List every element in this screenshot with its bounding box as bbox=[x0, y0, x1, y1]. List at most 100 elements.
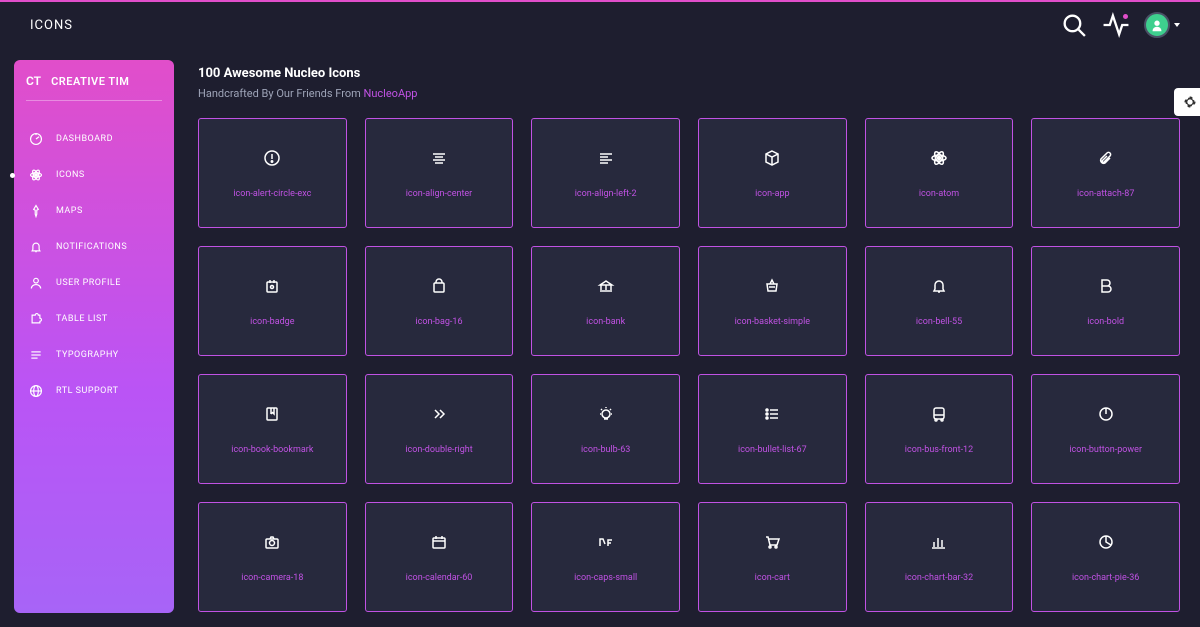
icon-label: icon-caps-small bbox=[574, 573, 637, 583]
sidebar-item-icons[interactable]: ICONS bbox=[26, 157, 162, 193]
atom-icon bbox=[28, 168, 44, 182]
icon-card[interactable]: icon-double-right bbox=[365, 374, 514, 484]
section-subtitle: Handcrafted By Our Friends From NucleoAp… bbox=[198, 87, 1180, 100]
dashboard-icon bbox=[28, 132, 44, 146]
avatar[interactable] bbox=[1144, 12, 1170, 38]
brand[interactable]: CT CREATIVE TIM bbox=[26, 74, 162, 101]
sidebar-item-label: ICONS bbox=[56, 170, 85, 180]
icon-card[interactable]: icon-camera-18 bbox=[198, 502, 347, 612]
basket-icon bbox=[763, 275, 781, 297]
icon-label: icon-calendar-60 bbox=[406, 573, 473, 583]
book-icon bbox=[263, 403, 281, 425]
sidebar-item-notifications[interactable]: NOTIFICATIONS bbox=[26, 229, 162, 265]
icon-label: icon-book-bookmark bbox=[231, 445, 313, 455]
icon-card[interactable]: icon-basket-simple bbox=[698, 246, 847, 356]
icon-card[interactable]: icon-chart-pie-36 bbox=[1031, 502, 1180, 612]
icon-card[interactable]: icon-alert-circle-exc bbox=[198, 118, 347, 228]
icon-card[interactable]: icon-bell-55 bbox=[865, 246, 1014, 356]
icon-card[interactable]: icon-align-left-2 bbox=[531, 118, 680, 228]
settings-fab[interactable] bbox=[1174, 88, 1200, 116]
icon-card[interactable]: icon-cart bbox=[698, 502, 847, 612]
puzzle-icon bbox=[28, 312, 44, 326]
sidebar-item-label: TYPOGRAPHY bbox=[56, 350, 119, 360]
sidebar-item-user-profile[interactable]: USER PROFILE bbox=[26, 265, 162, 301]
nucleo-link[interactable]: NucleoApp bbox=[364, 87, 418, 100]
bulb-icon bbox=[597, 403, 615, 425]
sidebar-item-label: RTL SUPPORT bbox=[56, 386, 118, 396]
sidebar-item-label: USER PROFILE bbox=[56, 278, 121, 288]
chevron-down-icon[interactable] bbox=[1174, 23, 1180, 27]
sidebar-item-label: DASHBOARD bbox=[56, 134, 113, 144]
icon-card[interactable]: icon-chart-bar-32 bbox=[865, 502, 1014, 612]
icon-label: icon-bulb-63 bbox=[581, 445, 630, 455]
icon-label: icon-bold bbox=[1087, 317, 1124, 327]
icon-card[interactable]: icon-align-center bbox=[365, 118, 514, 228]
icon-card[interactable]: icon-bag-16 bbox=[365, 246, 514, 356]
brand-short: CT bbox=[26, 74, 41, 88]
icon-label: icon-chart-bar-32 bbox=[905, 573, 973, 583]
icon-card[interactable]: icon-button-power bbox=[1031, 374, 1180, 484]
icon-label: icon-atom bbox=[919, 189, 959, 199]
bus-icon bbox=[930, 403, 948, 425]
icon-card[interactable]: icon-attach-87 bbox=[1031, 118, 1180, 228]
icon-label: icon-double-right bbox=[405, 445, 472, 455]
icon-label: icon-attach-87 bbox=[1077, 189, 1134, 199]
icon-card[interactable]: icon-badge bbox=[198, 246, 347, 356]
icon-card[interactable]: icon-book-bookmark bbox=[198, 374, 347, 484]
cube-icon bbox=[763, 147, 781, 169]
bold-icon bbox=[1097, 275, 1115, 297]
alert-circle-icon bbox=[263, 147, 281, 169]
icon-label: icon-app bbox=[755, 189, 790, 199]
icon-card[interactable]: icon-caps-small bbox=[531, 502, 680, 612]
main-content: 100 Awesome Nucleo Icons Handcrafted By … bbox=[174, 48, 1200, 625]
icon-card[interactable]: icon-calendar-60 bbox=[365, 502, 514, 612]
globe-icon bbox=[28, 384, 44, 398]
icon-label: icon-bank bbox=[586, 317, 625, 327]
bag-icon bbox=[430, 275, 448, 297]
icon-label: icon-alert-circle-exc bbox=[233, 189, 311, 199]
sidebar-item-rtl-support[interactable]: RTL SUPPORT bbox=[26, 373, 162, 409]
section-title: 100 Awesome Nucleo Icons bbox=[198, 66, 1180, 81]
icon-label: icon-cart bbox=[755, 573, 790, 583]
icon-label: icon-chart-pie-36 bbox=[1072, 573, 1139, 583]
calendar-icon bbox=[430, 531, 448, 553]
user-icon bbox=[28, 276, 44, 290]
paperclip-icon bbox=[1097, 147, 1115, 169]
bar-icon bbox=[930, 531, 948, 553]
align-center-icon bbox=[430, 147, 448, 169]
align-left-icon bbox=[597, 147, 615, 169]
sidebar-item-typography[interactable]: TYPOGRAPHY bbox=[26, 337, 162, 373]
icon-card[interactable]: icon-bus-front-12 bbox=[865, 374, 1014, 484]
bank-icon bbox=[597, 275, 615, 297]
icon-label: icon-bell-55 bbox=[916, 317, 962, 327]
pie-icon bbox=[1097, 531, 1115, 553]
icon-card[interactable]: icon-bullet-list-67 bbox=[698, 374, 847, 484]
icon-label: icon-badge bbox=[250, 317, 294, 327]
sidebar-item-maps[interactable]: MAPS bbox=[26, 193, 162, 229]
pin-icon bbox=[28, 204, 44, 218]
icon-card[interactable]: icon-bulb-63 bbox=[531, 374, 680, 484]
sidebar-item-label: MAPS bbox=[56, 206, 83, 216]
brand-name: CREATIVE TIM bbox=[51, 75, 129, 88]
sidebar-item-dashboard[interactable]: DASHBOARD bbox=[26, 121, 162, 157]
icon-card[interactable]: icon-bold bbox=[1031, 246, 1180, 356]
badge-icon bbox=[263, 275, 281, 297]
icon-card[interactable]: icon-atom bbox=[865, 118, 1014, 228]
chevrons-icon bbox=[430, 403, 448, 425]
icon-card[interactable]: icon-app bbox=[698, 118, 847, 228]
icon-label: icon-align-left-2 bbox=[575, 189, 637, 199]
power-icon bbox=[1097, 403, 1115, 425]
icon-label: icon-basket-simple bbox=[735, 317, 811, 327]
icon-label: icon-align-center bbox=[406, 189, 473, 199]
camera-icon bbox=[263, 531, 281, 553]
icon-label: icon-bag-16 bbox=[415, 317, 462, 327]
notifications-icon[interactable] bbox=[1102, 11, 1130, 39]
icon-card[interactable]: icon-bank bbox=[531, 246, 680, 356]
page-title: ICONS bbox=[30, 18, 73, 33]
sidebar-item-table-list[interactable]: TABLE LIST bbox=[26, 301, 162, 337]
search-icon[interactable] bbox=[1060, 11, 1088, 39]
icon-label: icon-bullet-list-67 bbox=[738, 445, 807, 455]
icon-label: icon-bus-front-12 bbox=[905, 445, 973, 455]
align-icon bbox=[28, 348, 44, 362]
cart-icon bbox=[763, 531, 781, 553]
